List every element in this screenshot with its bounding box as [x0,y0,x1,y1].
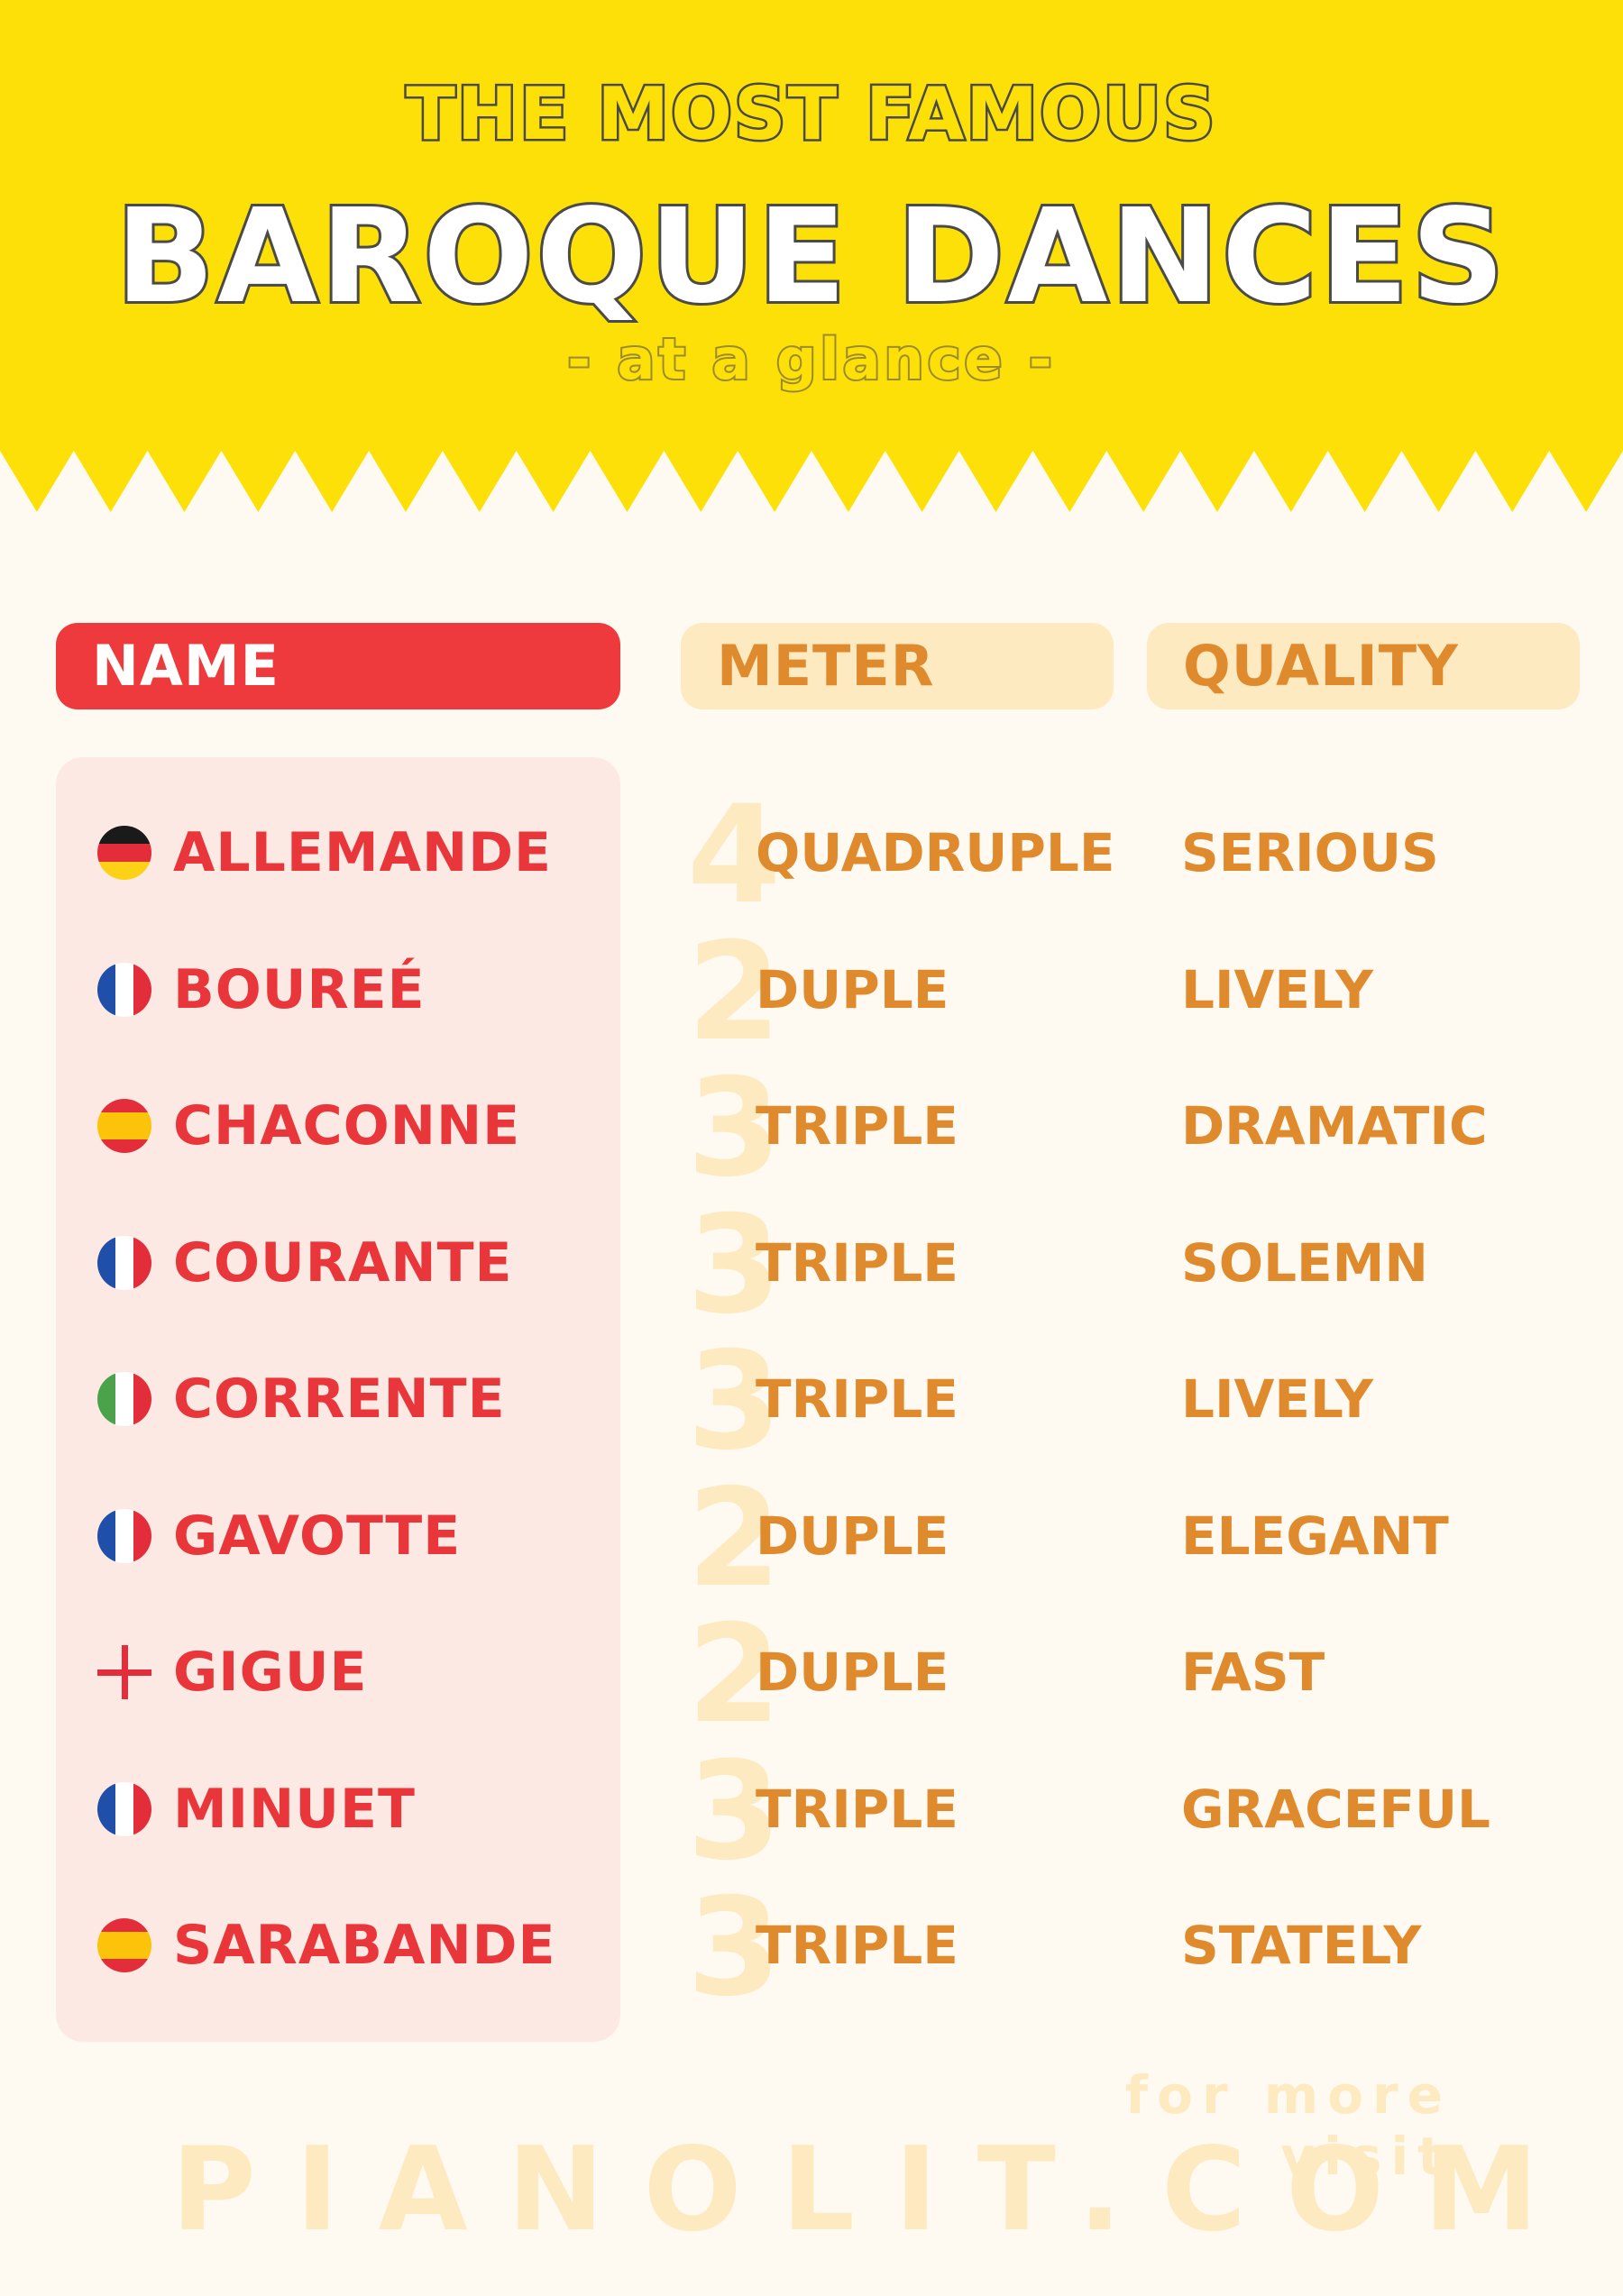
table-row: SARABANDE 3 TRIPLE STATELY [0,1877,1623,2016]
dance-name: GIGUE [173,1641,368,1704]
quality-value: STATELY [1181,1915,1422,1976]
meter-value: TRIPLE [756,1368,958,1430]
meter-value: QUADRUPLE [756,822,1115,883]
dance-name: SARABANDE [173,1914,556,1977]
quality-value: GRACEFUL [1181,1778,1491,1840]
england-flag-icon [97,1645,151,1699]
dance-name: GAVOTTE [173,1504,462,1568]
meter-value: TRIPLE [756,1915,958,1976]
quality-value: FAST [1181,1642,1325,1703]
meter-value: TRIPLE [756,1095,958,1157]
france-flag-icon [97,1781,151,1836]
meter-value: TRIPLE [756,1778,958,1840]
dance-name: ALLEMANDE [173,821,553,884]
column-header-quality: QUALITY [1147,623,1580,709]
dance-name: MINUET [173,1777,416,1841]
quality-value: SERIOUS [1181,822,1439,883]
dance-name: CHACONNE [173,1094,521,1157]
italy-flag-icon [97,1372,151,1426]
quality-value: DRAMATIC [1181,1095,1488,1157]
table-row: GAVOTTE 2 DUPLE ELEGANT [0,1468,1623,1606]
germany-flag-icon [97,826,151,880]
quality-value: SOLEMN [1181,1231,1428,1294]
spain-flag-icon [97,1099,151,1153]
table-row: COURANTE 3 TRIPLE SOLEMN [0,1194,1623,1333]
dance-name: CORRENTE [173,1368,506,1431]
footer-website-link[interactable]: PIANOLIT.COM [171,2123,1538,2257]
meter-value: DUPLE [756,1642,949,1703]
dance-name: COURANTE [173,1230,513,1294]
table-row: MINUET 3 TRIPLE GRACEFUL [0,1741,1623,1880]
table-row: GIGUE 2 DUPLE FAST [0,1604,1623,1743]
france-flag-icon [97,962,151,1017]
table-row: CORRENTE 3 TRIPLE LIVELY [0,1331,1623,1469]
meter-value: TRIPLE [756,1231,958,1294]
table-row: BOUREÉ 2 DUPLE LIVELY [0,921,1623,1060]
page-title: BAROQUE DANCES [113,178,1508,334]
dance-name: BOUREÉ [173,957,426,1021]
quality-value: LIVELY [1181,958,1373,1020]
column-header-name: NAME [56,623,620,709]
table-row: ALLEMANDE 4 QUADRUPLE SERIOUS [0,784,1623,923]
subtitle: - at a glance - [565,325,1056,394]
meter-value: DUPLE [756,1505,949,1567]
header-banner: THE MOST FAMOUS BAROQUE DANCES - at a gl… [0,0,1623,523]
spain-flag-icon [97,1918,151,1972]
france-flag-icon [97,1235,151,1290]
quality-value: LIVELY [1181,1368,1373,1430]
title-line-1: THE MOST FAMOUS [404,70,1217,159]
quality-value: ELEGANT [1181,1505,1449,1567]
france-flag-icon [97,1508,151,1563]
meter-value: DUPLE [756,958,949,1020]
column-header-meter: METER [681,623,1114,709]
table-row: CHACONNE 3 TRIPLE DRAMATIC [0,1057,1623,1196]
